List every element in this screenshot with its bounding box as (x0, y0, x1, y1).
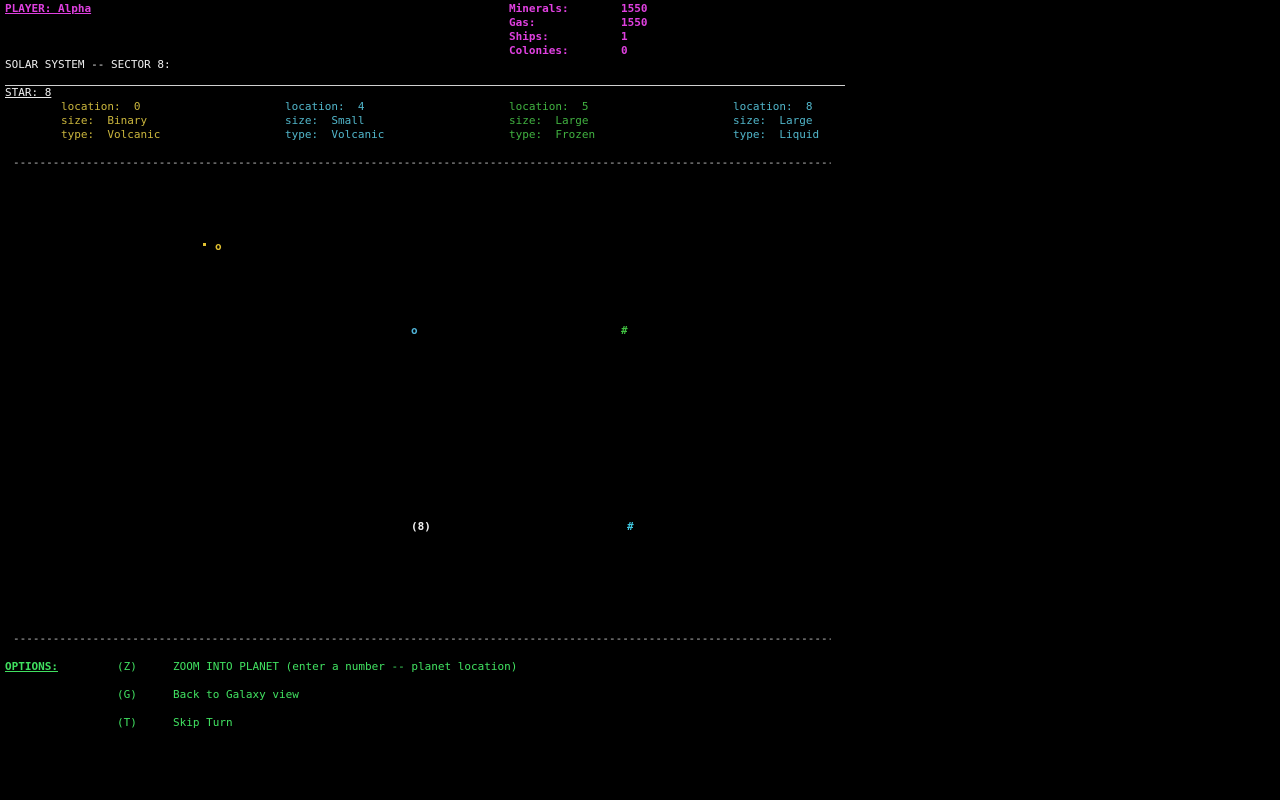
option-key[interactable]: (T) (117, 716, 137, 730)
resource-value-gas: 1550 (621, 16, 648, 29)
planet-size: size: Binary (61, 114, 148, 127)
planet-size: size: Large (733, 114, 813, 127)
resource-value-colonies: 0 (621, 44, 628, 57)
star-marker[interactable]: (8) (411, 520, 431, 534)
planet-type: type: Volcanic (61, 128, 161, 141)
map-bottom-divider: ----------------------------------------… (13, 632, 831, 645)
option-key[interactable]: (Z) (117, 660, 137, 674)
resource-label-colonies: Colonies: (509, 44, 569, 57)
ship-icon[interactable] (203, 243, 206, 246)
resource-value-ships: 1 (621, 30, 628, 43)
resource-label-minerals: Minerals: (509, 2, 569, 15)
planet-type: type: Volcanic (285, 128, 385, 141)
planet-size: size: Small (285, 114, 365, 127)
planet-type: type: Liquid (733, 128, 820, 141)
resource-label-ships: Ships: (509, 30, 549, 43)
planet-marker-8[interactable]: # (627, 520, 634, 534)
resource-label-gas: Gas: (509, 16, 536, 29)
option-text[interactable]: Back to Galaxy view (173, 688, 299, 702)
planet-location: location: 0 (61, 100, 141, 113)
option-text[interactable]: ZOOM INTO PLANET (enter a number -- plan… (173, 660, 517, 674)
map-top-divider: ----------------------------------------… (13, 156, 831, 169)
star-label: STAR: 8 (5, 86, 52, 99)
resource-value-minerals: 1550 (621, 2, 648, 15)
planet-location: location: 4 (285, 100, 365, 113)
player-label: PLAYER: Alpha (5, 2, 92, 15)
planet-marker-0[interactable]: o (215, 240, 222, 254)
planet-size: size: Large (509, 114, 589, 127)
header-divider (5, 85, 845, 86)
planet-marker-4[interactable]: o (411, 324, 418, 338)
planet-location: location: 8 (733, 100, 813, 113)
options-label: OPTIONS: (5, 660, 58, 673)
planet-marker-5[interactable]: # (621, 324, 628, 338)
option-key[interactable]: (G) (117, 688, 137, 702)
option-text[interactable]: Skip Turn (173, 716, 233, 730)
planet-type: type: Frozen (509, 128, 596, 141)
sector-title: SOLAR SYSTEM -- SECTOR 8: (5, 58, 171, 71)
planet-location: location: 5 (509, 100, 589, 113)
